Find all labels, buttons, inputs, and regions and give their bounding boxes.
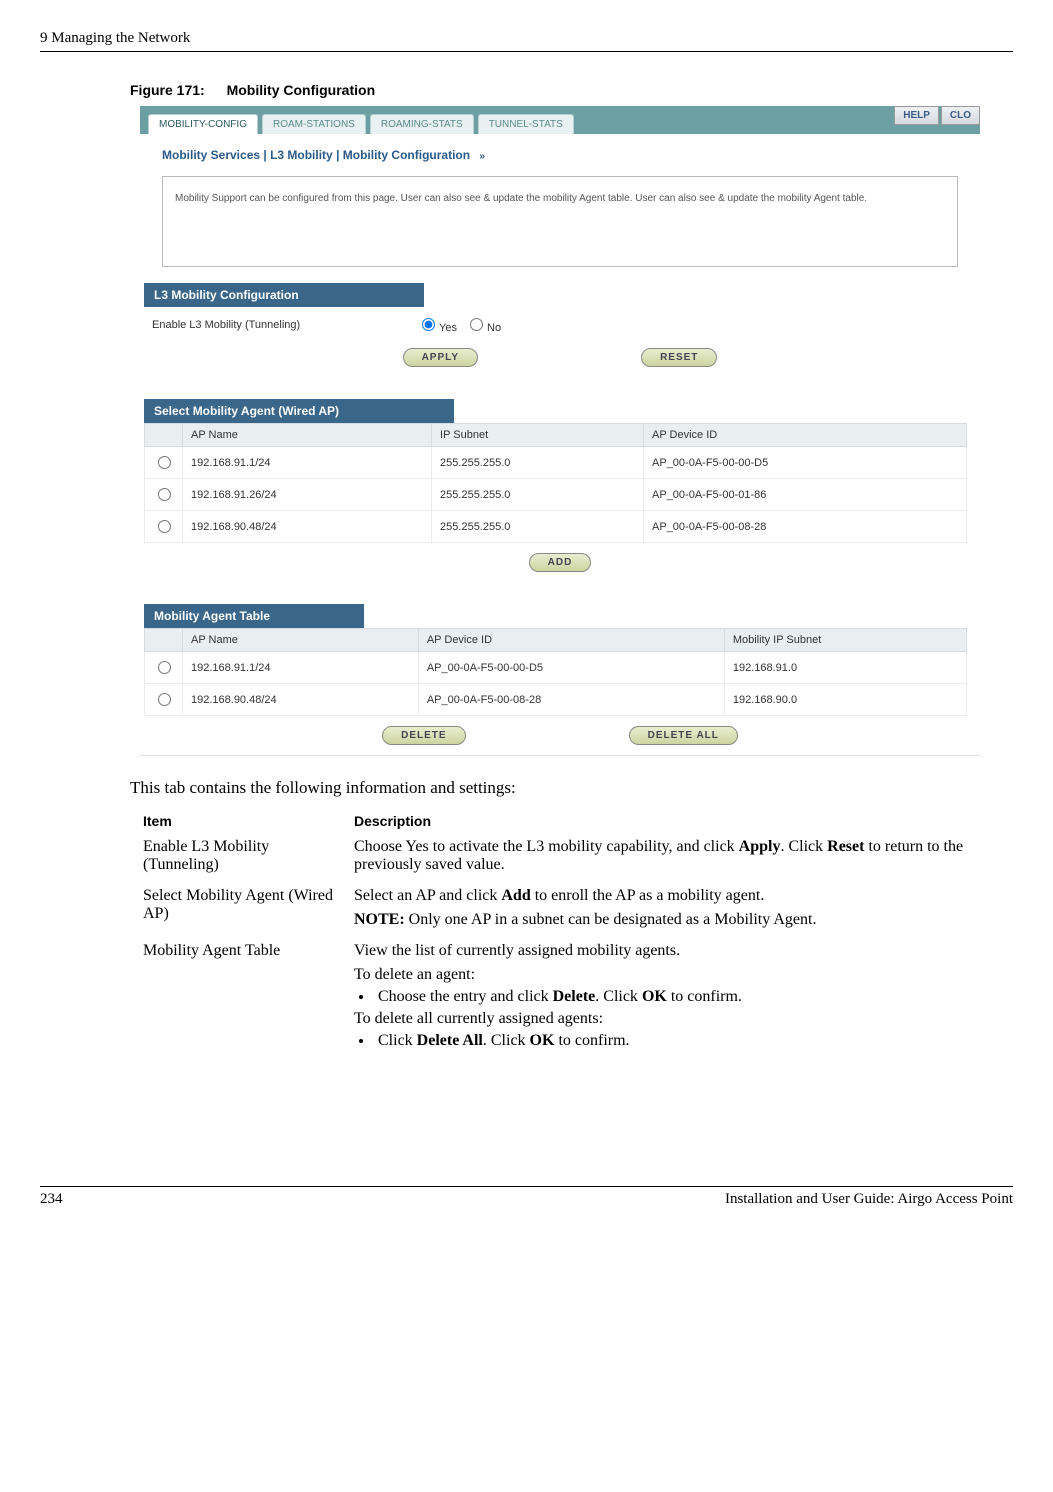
cell-device: AP_00-0A-F5-00-08-28 (644, 511, 967, 543)
select-agent-radio[interactable] (158, 456, 171, 469)
radio-no-label: No (487, 322, 501, 334)
l3-config-panel-title: L3 Mobility Configuration (144, 283, 424, 307)
cell-subnet: 255.255.255.0 (432, 511, 644, 543)
cell-name: 192.168.91.1/24 (183, 652, 419, 684)
tab-bar: MOBILITY-CONFIG ROAM-STATIONS ROAMING-ST… (140, 106, 980, 134)
tab-mobility-config[interactable]: MOBILITY-CONFIG (148, 114, 258, 134)
def-item-agent-table: Mobility Agent Table (142, 941, 351, 1064)
cell-device: AP_00-0A-F5-00-00-D5 (418, 652, 724, 684)
agent-table-panel-title: Mobility Agent Table (144, 604, 364, 628)
cell-name: 192.168.90.48/24 (183, 684, 419, 716)
agent-table-header-blank (145, 629, 183, 652)
select-agent-header-blank (145, 424, 183, 447)
help-button[interactable]: HELP (894, 106, 939, 125)
radio-yes-label: Yes (439, 322, 457, 334)
def-header-item: Item (142, 812, 351, 835)
select-agent-button-row: ADD (140, 547, 980, 590)
breadcrumb: Mobility Services | L3 Mobility | Mobili… (140, 134, 980, 176)
select-agent-radio[interactable] (158, 520, 171, 533)
enable-l3-label: Enable L3 Mobility (Tunneling) (152, 319, 412, 331)
radio-yes[interactable] (422, 318, 435, 331)
page-description-box: Mobility Support can be configured from … (162, 176, 958, 267)
cell-device: AP_00-0A-F5-00-08-28 (418, 684, 724, 716)
select-agent-header-name: AP Name (183, 424, 432, 447)
agent-table-header-subnet: Mobility IP Subnet (724, 629, 966, 652)
def-desc-select-agent: Select an AP and click Add to enroll the… (353, 886, 991, 939)
tab-tunnel-stats[interactable]: TUNNEL-STATS (478, 114, 574, 134)
select-agent-header-device: AP Device ID (644, 424, 967, 447)
agent-table-header-name: AP Name (183, 629, 419, 652)
page-number: 234 (40, 1191, 63, 1208)
definitions-table: Item Description Enable L3 Mobility (Tun… (140, 810, 993, 1066)
def-item-enable-l3: Enable L3 Mobility (Tunneling) (142, 837, 351, 884)
def-desc-enable-l3: Choose Yes to activate the L3 mobility c… (353, 837, 991, 884)
cell-subnet: 255.255.255.0 (432, 447, 644, 479)
cell-name: 192.168.90.48/24 (183, 511, 432, 543)
reset-button[interactable]: RESET (641, 348, 717, 367)
delete-button[interactable]: DELETE (382, 726, 465, 745)
table-row: 192.168.90.48/24 AP_00-0A-F5-00-08-28 19… (145, 684, 967, 716)
table-row: 192.168.91.1/24 AP_00-0A-F5-00-00-D5 192… (145, 652, 967, 684)
cell-name: 192.168.91.26/24 (183, 479, 432, 511)
select-agent-table: AP Name IP Subnet AP Device ID 192.168.9… (144, 423, 967, 543)
agent-table-radio[interactable] (158, 661, 171, 674)
agent-table-radio[interactable] (158, 693, 171, 706)
enable-l3-radio-group: Yes No (412, 315, 501, 334)
figure-title: Mobility Configuration (227, 82, 376, 98)
radio-no[interactable] (470, 318, 483, 331)
table-row: 192.168.91.26/24 255.255.255.0 AP_00-0A-… (145, 479, 967, 511)
add-button[interactable]: ADD (529, 553, 592, 572)
l3-button-row: APPLY RESET (140, 342, 980, 385)
cell-name: 192.168.91.1/24 (183, 447, 432, 479)
select-agent-radio[interactable] (158, 488, 171, 501)
cell-subnet: 255.255.255.0 (432, 479, 644, 511)
close-button[interactable]: CLO (941, 106, 980, 125)
select-agent-panel-title: Select Mobility Agent (Wired AP) (144, 399, 454, 423)
select-agent-header-subnet: IP Subnet (432, 424, 644, 447)
cell-device: AP_00-0A-F5-00-01-86 (644, 479, 967, 511)
breadcrumb-text: Mobility Services | L3 Mobility | Mobili… (162, 148, 470, 162)
def-item-select-agent: Select Mobility Agent (Wired AP) (142, 886, 351, 939)
chapter-header: 9 Managing the Network (40, 30, 1013, 52)
agent-table-header-device: AP Device ID (418, 629, 724, 652)
enable-l3-row: Enable L3 Mobility (Tunneling) Yes No (140, 307, 980, 342)
table-row: 192.168.90.48/24 255.255.255.0 AP_00-0A-… (145, 511, 967, 543)
cell-device: AP_00-0A-F5-00-00-D5 (644, 447, 967, 479)
cell-subnet: 192.168.90.0 (724, 684, 966, 716)
body-intro-text: This tab contains the following informat… (130, 778, 1013, 798)
help-button-group: HELP CLO (892, 106, 980, 125)
agent-table-button-row: DELETE DELETE ALL (140, 720, 980, 755)
def-desc-agent-table: View the list of currently assigned mobi… (353, 941, 991, 1064)
figure-caption: Figure 171: Mobility Configuration (130, 82, 1013, 98)
def-header-desc: Description (353, 812, 991, 835)
tab-roaming-stats[interactable]: ROAMING-STATS (370, 114, 474, 134)
footer-title: Installation and User Guide: Airgo Acces… (725, 1191, 1013, 1208)
page-footer: 234 Installation and User Guide: Airgo A… (40, 1186, 1013, 1208)
delete-all-button[interactable]: DELETE ALL (629, 726, 738, 745)
list-item: Choose the entry and click Delete. Click… (374, 988, 973, 1006)
breadcrumb-arrow-icon: » (479, 151, 485, 162)
tab-roam-stations[interactable]: ROAM-STATIONS (262, 114, 366, 134)
list-item: Click Delete All. Click OK to confirm. (374, 1032, 973, 1050)
mobility-config-screenshot: MOBILITY-CONFIG ROAM-STATIONS ROAMING-ST… (140, 106, 980, 756)
apply-button[interactable]: APPLY (403, 348, 478, 367)
table-row: 192.168.91.1/24 255.255.255.0 AP_00-0A-F… (145, 447, 967, 479)
cell-subnet: 192.168.91.0 (724, 652, 966, 684)
agent-table: AP Name AP Device ID Mobility IP Subnet … (144, 628, 967, 716)
figure-number: Figure 171: (130, 82, 205, 98)
